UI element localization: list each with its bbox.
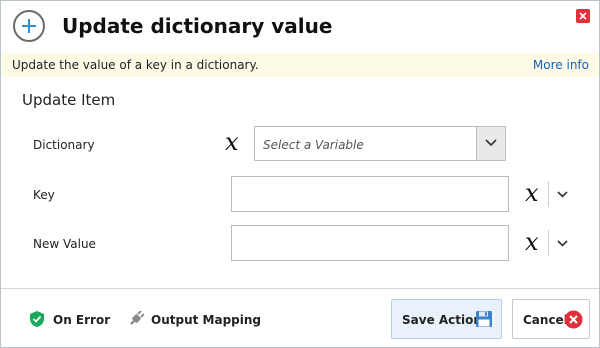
new-value-label: New Value bbox=[33, 237, 96, 251]
close-icon bbox=[579, 12, 587, 20]
plug-icon bbox=[130, 311, 144, 325]
shield-check-icon bbox=[30, 311, 44, 327]
chevron-down-icon[interactable] bbox=[557, 191, 568, 198]
variable-x-icon[interactable]: x bbox=[225, 130, 239, 154]
variable-x-icon[interactable]: x bbox=[525, 181, 539, 205]
more-info-link[interactable]: More info bbox=[533, 58, 589, 72]
variable-x-icon[interactable]: x bbox=[525, 230, 539, 254]
chevron-down-icon bbox=[485, 139, 497, 147]
divider bbox=[548, 230, 549, 256]
dictionary-select-placeholder: Select a Variable bbox=[263, 138, 364, 152]
new-value-input[interactable] bbox=[231, 225, 509, 261]
description-bar: Update the value of a key in a dictionar… bbox=[1, 53, 599, 77]
description-text: Update the value of a key in a dictionar… bbox=[12, 58, 259, 72]
save-action-label: Save Action bbox=[402, 313, 482, 327]
key-input[interactable] bbox=[231, 176, 509, 212]
dialog-window: Update dictionary value Update the value… bbox=[0, 0, 600, 348]
add-circle-icon bbox=[13, 10, 45, 42]
dropdown-arrow-button[interactable] bbox=[476, 127, 505, 160]
save-action-button[interactable]: Save Action bbox=[391, 299, 502, 339]
cancel-x-icon bbox=[564, 310, 583, 329]
dialog-title: Update dictionary value bbox=[62, 14, 333, 38]
key-label: Key bbox=[33, 188, 55, 202]
divider bbox=[548, 181, 549, 207]
floppy-disk-icon bbox=[476, 311, 492, 327]
cancel-button[interactable]: Cancel bbox=[512, 299, 590, 339]
dictionary-select[interactable]: Select a Variable bbox=[254, 126, 506, 161]
cancel-label: Cancel bbox=[523, 313, 568, 327]
close-button[interactable] bbox=[576, 9, 590, 23]
dialog-header: Update dictionary value bbox=[1, 1, 599, 53]
output-mapping-button[interactable]: Output Mapping bbox=[151, 313, 261, 327]
chevron-down-icon[interactable] bbox=[557, 240, 568, 247]
footer-divider bbox=[1, 288, 599, 289]
on-error-button[interactable]: On Error bbox=[53, 313, 110, 327]
dictionary-label: Dictionary bbox=[33, 138, 95, 152]
section-title: Update Item bbox=[22, 91, 116, 109]
